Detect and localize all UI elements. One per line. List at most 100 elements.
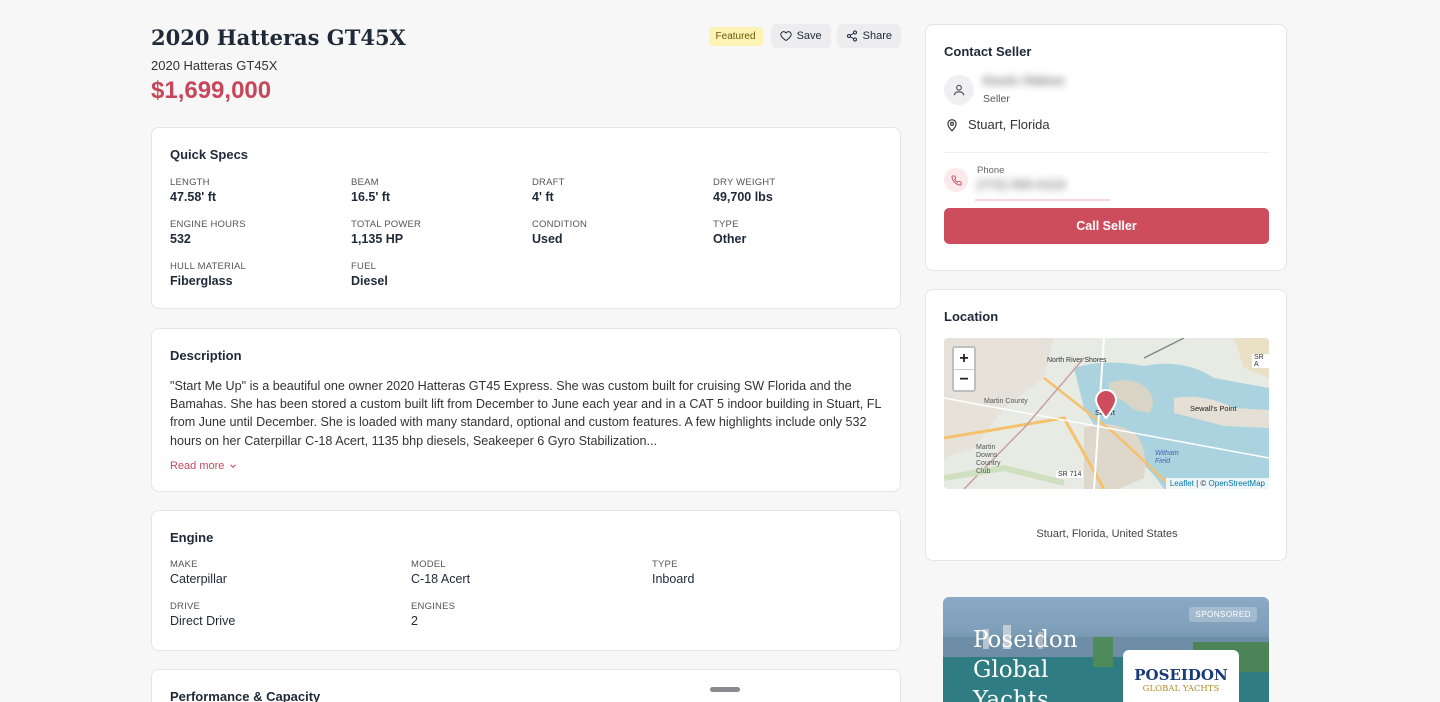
spec-value: 532: [170, 232, 191, 246]
performance-card: Performance & Capacity: [151, 669, 901, 702]
spec-value: 49,700 lbs: [713, 190, 773, 204]
spec-value: Other: [713, 232, 747, 246]
spec-value: C-18 Acert: [411, 572, 471, 586]
ad-title-line-1: Poseidon: [973, 627, 1078, 653]
listing-main: 2020 Hatteras GT45X Featured Save Share …: [151, 24, 901, 702]
spec-dry-weight: DRY WEIGHT 49,700 lbs: [713, 177, 775, 204]
spec-label: ENGINES: [411, 601, 456, 612]
phone-icon-wrap: [944, 168, 968, 192]
seller-role: Seller: [983, 93, 1010, 105]
map-label-north-river-shores: North River Shores: [1047, 357, 1107, 364]
spec-label: TYPE: [652, 559, 678, 570]
engine-count: ENGINES 2: [411, 601, 455, 628]
read-more-link[interactable]: Read more: [170, 460, 238, 472]
spec-engine-hours: ENGINE HOURS 532: [170, 219, 246, 246]
zoom-out-button[interactable]: −: [954, 369, 974, 390]
spec-value: Caterpillar: [170, 572, 227, 586]
contact-seller-card: Contact Seller Kevin Vlahos Seller Stuar…: [925, 24, 1287, 271]
performance-heading: Performance & Capacity: [170, 689, 321, 702]
location-map[interactable]: North River Shores Stuart Sewall's Point…: [944, 338, 1269, 489]
ad-title-line-2: Global: [973, 657, 1049, 683]
phone-icon: [951, 174, 962, 185]
spec-label: DRAFT: [532, 177, 565, 188]
sponsored-badge: SPONSORED: [1189, 607, 1257, 622]
spec-label: TOTAL POWER: [351, 219, 422, 230]
map-label-sewalls-point: Sewall's Point: [1190, 404, 1237, 413]
save-label: Save: [796, 30, 822, 42]
engine-heading: Engine: [170, 530, 214, 545]
spec-value: 4' ft: [532, 190, 554, 204]
description-card: Description "Start Me Up" is a beautiful…: [151, 328, 901, 492]
engine-card: Engine MAKE Caterpillar MODEL C-18 Acert…: [151, 510, 901, 651]
description-heading: Description: [170, 348, 242, 363]
engine-drive: DRIVE Direct Drive: [170, 601, 235, 628]
map-attribution: Leaflet | © OpenStreetMap: [1165, 478, 1269, 489]
spec-label: LENGTH: [170, 177, 210, 188]
ad-title: Poseidon Global Yachts: [973, 625, 1078, 702]
map-label-martin-downs: Martin Downs Country Club: [976, 444, 1001, 475]
read-more-label: Read more: [170, 460, 225, 472]
spec-total-power: TOTAL POWER 1,135 HP: [351, 219, 421, 246]
listing-price: $1,699,000: [151, 77, 272, 104]
spec-label: ENGINE HOURS: [170, 219, 246, 230]
spec-beam: BEAM 16.5' ft: [351, 177, 390, 204]
spec-value: 1,135 HP: [351, 232, 404, 246]
leaflet-link[interactable]: Leaflet: [1170, 479, 1194, 488]
location-pin-icon: [947, 119, 957, 132]
spec-value: 2: [411, 614, 418, 628]
osm-link[interactable]: OpenStreetMap: [1209, 479, 1265, 488]
spec-condition: CONDITION Used: [532, 219, 587, 246]
spec-label: MAKE: [170, 559, 198, 570]
spec-value: Inboard: [652, 572, 695, 586]
spec-label: CONDITION: [532, 219, 588, 230]
scroll-indicator[interactable]: [710, 687, 740, 692]
quick-specs-card: Quick Specs LENGTH 47.58' ft BEAM 16.5' …: [151, 127, 901, 309]
sponsored-ad[interactable]: SPONSORED Poseidon Global Yachts POSEIDO…: [943, 597, 1269, 702]
avatar: [944, 75, 974, 105]
listing-actions: Featured Save Share: [708, 24, 901, 48]
spec-draft: DRAFT 4' ft: [532, 177, 565, 204]
spec-value: 16.5' ft: [351, 190, 391, 204]
ad-title-line-3: Yachts: [973, 687, 1049, 702]
spec-label: BEAM: [351, 177, 379, 188]
ad-logo-line-2: GLOBAL YACHTS: [1142, 684, 1220, 694]
share-label: Share: [862, 30, 892, 42]
spec-label: MODEL: [411, 559, 446, 570]
spec-fuel: FUEL Diesel: [351, 261, 388, 288]
map-label-witham-field: Witham Field: [1155, 450, 1179, 465]
chevron-down-icon: [230, 464, 237, 468]
spec-type: TYPE Other: [713, 219, 746, 246]
share-button[interactable]: Share: [836, 24, 901, 48]
engine-model: MODEL C-18 Acert: [411, 559, 470, 586]
map-marker-icon[interactable]: [1094, 389, 1118, 419]
spec-value: 47.58' ft: [170, 190, 217, 204]
spec-value: Diesel: [351, 274, 388, 288]
title-row: 2020 Hatteras GT45X Featured Save Share: [151, 24, 901, 54]
map-zoom-control: + −: [952, 346, 976, 392]
spec-value: Used: [532, 232, 563, 246]
engine-make: MAKE Caterpillar: [170, 559, 227, 586]
contact-heading: Contact Seller: [944, 44, 1032, 59]
call-seller-button[interactable]: Call Seller: [944, 208, 1269, 244]
phone-label: Phone: [977, 165, 1005, 176]
attribution-separator: | ©: [1193, 479, 1209, 488]
spec-length: LENGTH 47.58' ft: [170, 177, 216, 204]
listing-subtitle: 2020 Hatteras GT45X: [151, 58, 278, 73]
location-heading: Location: [944, 309, 999, 324]
spec-label: HULL MATERIAL: [170, 261, 246, 272]
save-button[interactable]: Save: [770, 24, 831, 48]
map-label-martin-county: Martin County: [984, 398, 1028, 405]
phone-underline: [975, 199, 1110, 201]
phone-number[interactable]: (772) 555-0123: [977, 177, 1066, 192]
seller-name: Kevin Vlahos: [983, 73, 1065, 88]
share-icon: [846, 30, 857, 42]
zoom-in-button[interactable]: +: [954, 348, 974, 369]
featured-badge: Featured: [708, 26, 763, 46]
spec-label: DRY WEIGHT: [713, 177, 776, 188]
divider: [944, 152, 1269, 153]
map-label-sr714: SR 714: [1056, 471, 1084, 478]
spec-value: Fiberglass: [170, 274, 233, 288]
spec-hull-material: HULL MATERIAL Fiberglass: [170, 261, 246, 288]
user-icon: [953, 84, 965, 96]
location-caption: Stuart, Florida, United States: [1036, 528, 1178, 540]
